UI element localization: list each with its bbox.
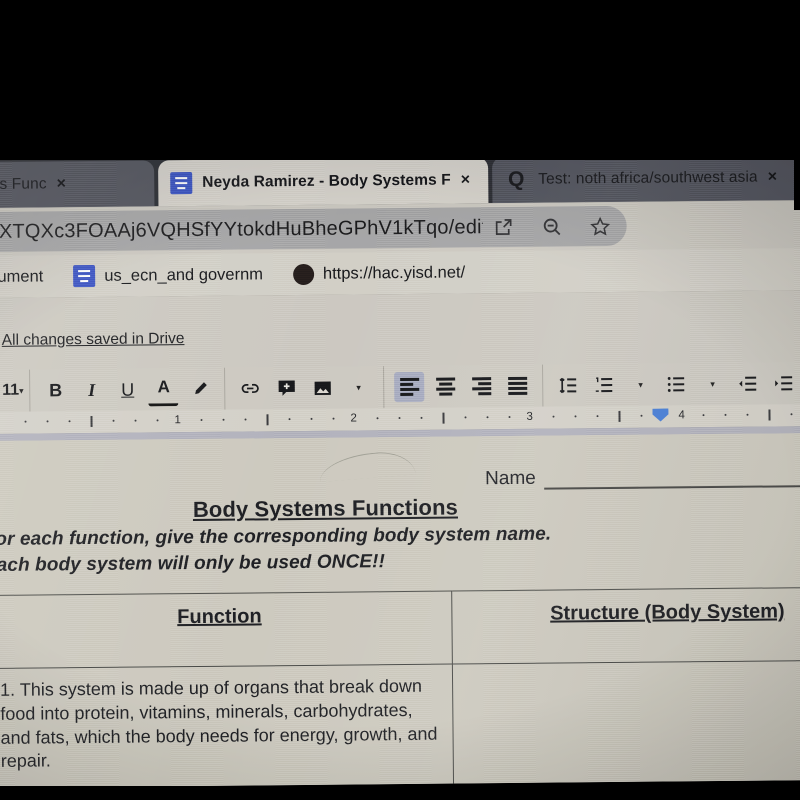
tab-title: dy Systems Func <box>0 175 47 194</box>
bookmark-star-icon[interactable] <box>589 215 611 237</box>
bookmark-item[interactable]: https://hac.yisd.net/ <box>292 262 466 285</box>
table-row[interactable]: 1. This system is made up of organs that… <box>0 659 800 788</box>
generic-dark-favicon <box>292 263 315 285</box>
share-icon[interactable] <box>493 216 515 238</box>
name-label: Name <box>485 467 536 490</box>
address-bar[interactable]: ment/d/1QuvlDsXTQXc3FOAAj6VQHSfYYtokdHuB… <box>0 205 627 254</box>
browser-tab-2[interactable]: Neyda Ramirez - Body Systems F × <box>158 157 489 207</box>
browser-tab-1[interactable]: dy Systems Func × <box>0 160 155 209</box>
quizlet-q-icon: Q <box>507 167 525 191</box>
bookmark-item[interactable]: us_ecn_and governm <box>73 263 264 288</box>
table-header-row: Function Structure (Body System) <box>0 586 800 669</box>
omnibox-row: ment/d/1QuvlDsXTQXc3FOAAj6VQHSfYYtokdHuB… <box>0 200 800 256</box>
list-group: ▾ ▾ <box>543 362 800 407</box>
underline-button[interactable]: U <box>113 375 143 405</box>
line-spacing-icon[interactable] <box>554 370 584 400</box>
alignment-group <box>384 364 544 409</box>
structure-cell[interactable] <box>452 659 800 788</box>
tab-title: Test: noth africa/southwest asia <box>538 168 758 188</box>
text-format-group: B I U A <box>30 367 226 412</box>
text-color-button[interactable]: A <box>148 372 179 407</box>
italic-button[interactable]: I <box>77 375 107 405</box>
ruler-number: 4 <box>678 409 685 422</box>
pencil-smudge <box>318 449 416 483</box>
photo-bottom-border <box>0 786 800 800</box>
decrease-indent-icon[interactable] <box>734 369 764 399</box>
font-size-value: 11 <box>2 381 20 399</box>
zoom-out-icon[interactable] <box>541 215 563 237</box>
add-comment-icon[interactable] <box>272 373 302 403</box>
function-cell[interactable]: 1. This system is made up of organs that… <box>0 664 454 788</box>
column-header-function: Function <box>0 591 453 669</box>
worksheet-table: Function Structure (Body System) 1. This… <box>0 586 800 788</box>
google-docs-icon <box>73 264 96 288</box>
align-right-icon[interactable] <box>467 371 497 401</box>
bookmark-item[interactable]: ed Document <box>0 267 43 287</box>
close-icon[interactable]: × <box>461 171 471 188</box>
align-left-icon[interactable] <box>394 371 425 403</box>
google-docs-icon <box>170 172 193 195</box>
instruction-line-1: For each function, give the correspondin… <box>0 523 552 551</box>
chevron-down-icon[interactable]: ▾ <box>698 369 728 399</box>
column-header-structure: Structure (Body System) <box>451 586 800 665</box>
insert-group: ▾ <box>225 366 385 410</box>
insert-image-icon[interactable] <box>308 373 338 403</box>
browser-tab-3[interactable]: Q Test: noth africa/southwest asia × <box>492 153 800 204</box>
url-text: ment/d/1QuvlDsXTQXc3FOAAj6VQHSfYYtokdHuB… <box>0 215 483 244</box>
close-icon[interactable]: × <box>768 168 778 185</box>
photo-top-border <box>0 0 800 160</box>
font-size-control[interactable]: 11 ▾ <box>0 369 31 412</box>
bold-button[interactable]: B <box>41 375 71 405</box>
chevron-down-icon[interactable]: ▾ <box>626 370 656 400</box>
link-icon[interactable] <box>236 373 266 403</box>
chevron-down-icon[interactable]: ▾ <box>344 372 374 402</box>
photo-of-laptop-screen: dy Systems Func × Neyda Ramirez - Body S… <box>0 0 800 800</box>
ruler-number: 2 <box>350 412 357 425</box>
browser-window: dy Systems Func × Neyda Ramirez - Body S… <box>0 150 800 788</box>
tab-title: Neyda Ramirez - Body Systems F <box>202 171 451 191</box>
highlight-pen-icon[interactable] <box>185 374 215 404</box>
omnibox-actions <box>493 215 611 238</box>
numbered-list-icon[interactable] <box>590 370 620 400</box>
name-blank-line <box>543 465 800 490</box>
indent-marker[interactable] <box>652 408 668 421</box>
name-field-line: Name <box>485 465 800 490</box>
save-status: All changes saved in Drive <box>1 330 185 349</box>
ruler-number: 1 <box>174 414 181 427</box>
bookmark-label: https://hac.yisd.net/ <box>322 262 466 283</box>
document-page[interactable]: Name Body Systems Functions For each fun… <box>0 433 800 788</box>
increase-indent-icon[interactable] <box>770 368 800 398</box>
page-title: Body Systems Functions <box>192 494 459 523</box>
bookmark-label: ed Document <box>0 266 44 286</box>
ruler-number: 3 <box>526 410 533 423</box>
instruction-line-2: Each body system will only be used ONCE!… <box>0 551 386 577</box>
chevron-down-icon[interactable]: ▾ <box>19 385 24 396</box>
docs-header: All changes saved in Drive <box>0 290 800 370</box>
bookmark-label: us_ecn_and governm <box>104 264 264 285</box>
align-justify-icon[interactable] <box>503 371 533 401</box>
photo-right-border <box>794 150 800 210</box>
align-center-icon[interactable] <box>431 371 461 401</box>
bulleted-list-icon[interactable] <box>662 369 692 399</box>
close-icon[interactable]: × <box>57 175 67 192</box>
